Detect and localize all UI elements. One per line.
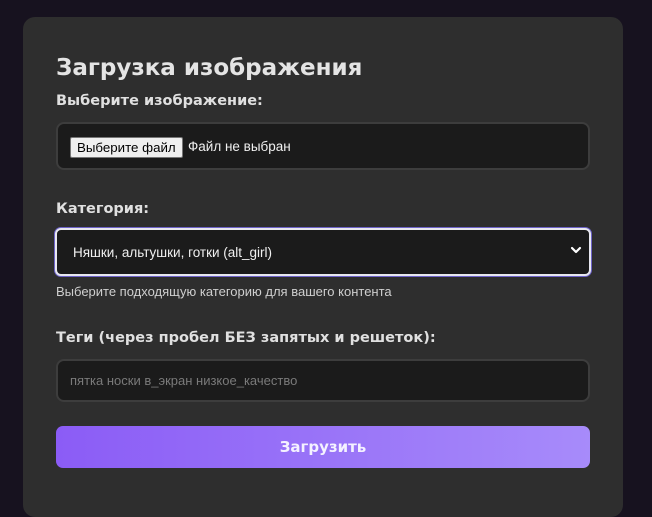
chevron-down-icon	[570, 246, 582, 254]
file-input[interactable]: Выберите файл Файл не выбран	[56, 122, 590, 170]
category-selected-value: Няшки, альтушки, готки (alt_girl)	[73, 245, 273, 260]
category-hint: Выберите подходящую категорию для вашего…	[56, 284, 392, 299]
page-title: Загрузка изображения	[56, 55, 363, 81]
upload-card: Загрузка изображения Выберите изображени…	[23, 17, 623, 517]
image-label: Выберите изображение:	[56, 93, 263, 109]
upload-button[interactable]: Загрузить	[56, 426, 590, 468]
file-status: Файл не выбран	[188, 139, 291, 154]
tags-label: Теги (через пробел БЕЗ запятых и решеток…	[56, 330, 436, 346]
category-label: Категория:	[56, 201, 150, 217]
tags-input[interactable]	[56, 359, 590, 402]
category-select[interactable]: Няшки, альтушки, готки (alt_girl)	[55, 228, 591, 276]
choose-file-button[interactable]: Выберите файл	[70, 137, 183, 158]
